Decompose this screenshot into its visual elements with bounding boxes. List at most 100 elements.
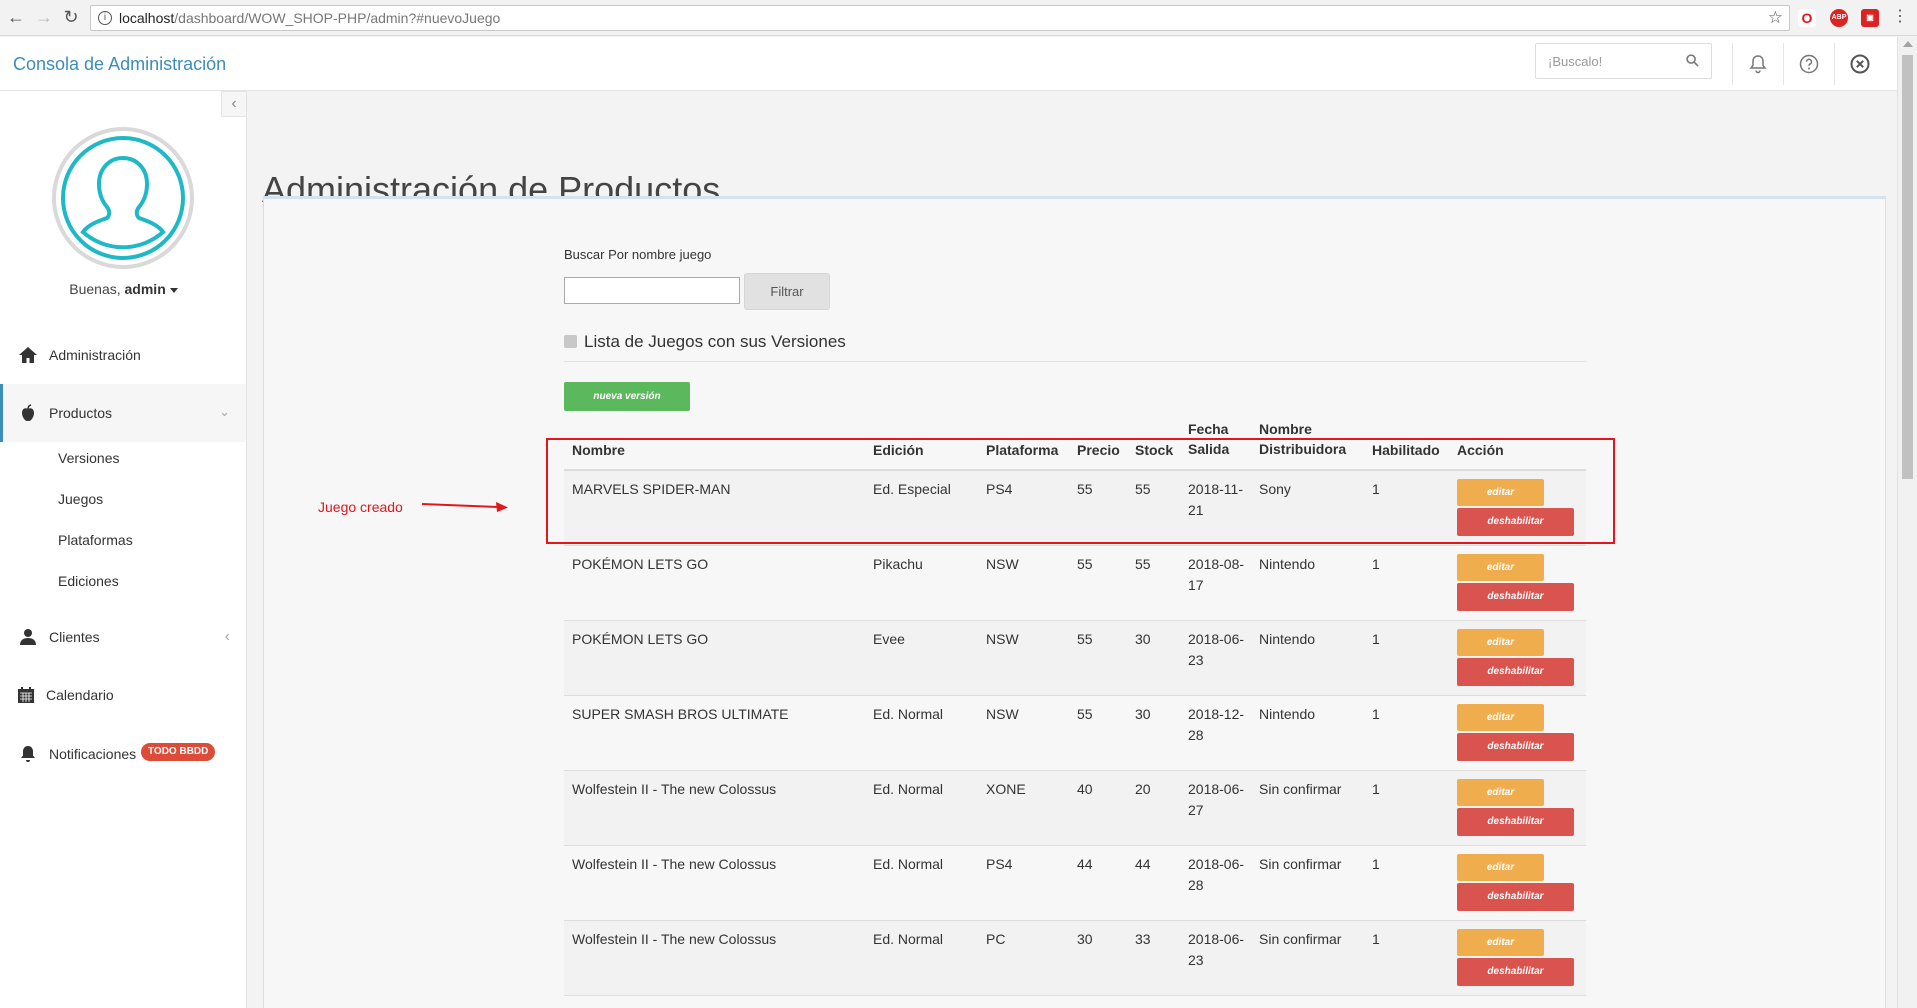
cell-stock: 30 — [1135, 706, 1151, 722]
table-row: Wolfestein II - The new Colossus Ed. Norm… — [564, 921, 1586, 996]
submenu-item-versiones[interactable]: Versiones — [58, 450, 119, 466]
cell-fecha-line2: 17 — [1188, 577, 1204, 593]
cell-precio: 55 — [1077, 631, 1093, 647]
sidebar-item-label: Calendario — [46, 687, 114, 703]
help-icon[interactable] — [1783, 43, 1834, 85]
address-bar[interactable]: i localhost/dashboard/WOW_SHOP-PHP/admin… — [90, 5, 1790, 31]
annotation-label: Juego creado — [318, 499, 403, 515]
cell-habilitado: 1 — [1372, 556, 1380, 572]
chevron-down-icon: ⌄ — [219, 404, 230, 419]
disable-button[interactable]: deshabilitar — [1457, 733, 1574, 761]
sidebar: ‹ Buenas, admin Administración Productos… — [0, 91, 247, 1008]
edit-button[interactable]: editar — [1457, 929, 1544, 956]
cell-fecha-line2: 23 — [1188, 952, 1204, 968]
cell-fecha: 2018-06- 23 — [1188, 629, 1244, 671]
cell-nombre: Wolfestein II - The new Colossus — [572, 781, 777, 797]
square-icon — [564, 335, 577, 348]
disable-button[interactable]: deshabilitar — [1457, 658, 1574, 686]
cell-fecha: 2018-08- 17 — [1188, 554, 1244, 596]
cell-distribuidora: Sin confirmar — [1259, 856, 1342, 872]
list-title: Lista de Juegos con sus Versiones — [564, 332, 846, 352]
cell-edicion: Pikachu — [873, 556, 923, 572]
sidebar-item-label: Notificaciones — [49, 746, 137, 762]
cell-stock: 20 — [1135, 781, 1151, 797]
cell-precio: 55 — [1077, 556, 1093, 572]
sidebar-item-administracion[interactable]: Administración — [0, 326, 246, 384]
cell-edicion: Evee — [873, 631, 905, 647]
page-scrollbar[interactable] — [1897, 37, 1917, 1008]
cell-fecha-line2: 28 — [1188, 877, 1204, 893]
user-greeting[interactable]: Buenas, admin — [0, 281, 247, 297]
cell-stock: 55 — [1135, 556, 1151, 572]
cell-plataforma: PS4 — [986, 856, 1013, 872]
close-session-icon[interactable] — [1834, 43, 1885, 85]
calendar-icon — [18, 687, 34, 703]
opera-extension-icon[interactable]: O — [1798, 9, 1816, 27]
cell-fecha: 2018-12- 28 — [1188, 704, 1244, 746]
cell-habilitado: 1 — [1372, 856, 1380, 872]
greeting-text: Buenas, — [69, 281, 121, 297]
avatar — [52, 127, 194, 269]
column-header-dist-line1: Nombre — [1259, 421, 1312, 437]
list-title-text: Lista de Juegos con sus Versiones — [584, 332, 846, 351]
submenu-item-juegos[interactable]: Juegos — [58, 491, 103, 507]
filter-button[interactable]: Filtrar — [744, 273, 830, 310]
disable-button[interactable]: deshabilitar — [1457, 883, 1574, 911]
edit-button[interactable]: editar — [1457, 704, 1544, 731]
cell-plataforma: PC — [986, 931, 1006, 947]
apple-icon — [22, 404, 34, 421]
cell-fecha-line1: 2018-12- — [1188, 706, 1245, 722]
edit-button[interactable]: editar — [1457, 629, 1544, 656]
browser-toolbar: ← → ↻ i localhost/dashboard/WOW_SHOP-PHP… — [0, 0, 1917, 36]
bell-icon — [21, 746, 35, 762]
scroll-thumb[interactable] — [1902, 55, 1913, 479]
submenu-item-plataformas[interactable]: Plataformas — [58, 532, 133, 548]
cell-distribuidora: Sin confirmar — [1259, 781, 1342, 797]
edit-button[interactable]: editar — [1457, 779, 1544, 806]
edit-button[interactable]: editar — [1457, 554, 1544, 581]
new-version-button[interactable]: nueva versión — [564, 382, 690, 411]
forward-arrow-icon[interactable]: → — [34, 7, 54, 27]
disable-button[interactable]: deshabilitar — [1457, 958, 1574, 986]
cell-distribuidora: Nintendo — [1259, 556, 1316, 572]
notifications-bell-icon[interactable] — [1732, 43, 1783, 85]
table-row: POKÉMON LETS GO Pikachu NSW 55 55 Nintendo 1 20… — [564, 546, 1586, 621]
cell-plataforma: XONE — [986, 781, 1026, 797]
edit-button[interactable]: editar — [1457, 854, 1544, 881]
table-row: Wolfestein II - The new Colossus Ed. Norm… — [564, 846, 1586, 921]
notification-badge: TODO BBDD — [141, 743, 216, 761]
adblock-extension-icon[interactable]: ABP — [1830, 9, 1848, 27]
disable-button[interactable]: deshabilitar — [1457, 583, 1574, 611]
submenu-item-ediciones[interactable]: Ediciones — [58, 573, 119, 589]
sidebar-item-calendario[interactable]: Calendario — [0, 666, 246, 724]
sidebar-item-productos[interactable]: Productos ⌄ — [0, 384, 246, 442]
cell-precio: 44 — [1077, 856, 1093, 872]
cell-nombre: Wolfestein II - The new Colossus — [572, 856, 777, 872]
cell-edicion: Ed. Normal — [873, 706, 944, 722]
sidebar-collapse-button[interactable]: ‹ — [221, 91, 247, 117]
cell-fecha: 2018-06- 28 — [1188, 854, 1244, 896]
bookmark-star-icon[interactable]: ☆ — [1768, 6, 1783, 30]
filter-name-input[interactable] — [564, 277, 740, 304]
divider — [564, 361, 1586, 362]
browser-menu-icon[interactable]: ⋮ — [1890, 7, 1910, 27]
sidebar-item-notificaciones[interactable]: Notificaciones TODO BBDD — [0, 725, 246, 783]
scroll-up-arrow-icon[interactable] — [1903, 41, 1913, 47]
sidebar-item-label: Administración — [49, 347, 141, 363]
filter-label: Buscar Por nombre juego — [564, 247, 712, 262]
cell-distribuidora: Nintendo — [1259, 706, 1316, 722]
cell-fecha-line2: 27 — [1188, 802, 1204, 818]
info-icon[interactable]: i — [98, 11, 112, 25]
disable-button[interactable]: deshabilitar — [1457, 808, 1574, 836]
reload-icon[interactable]: ↻ — [61, 7, 81, 27]
back-arrow-icon[interactable]: ← — [6, 7, 26, 27]
sidebar-item-clientes[interactable]: Clientes ‹ — [0, 608, 246, 666]
cell-nombre: POKÉMON LETS GO — [572, 631, 709, 647]
cell-stock: 44 — [1135, 856, 1151, 872]
top-header: Consola de Administración ¡Buscalo! — [0, 37, 1897, 91]
cell-distribuidora: Nintendo — [1259, 631, 1316, 647]
brand-title[interactable]: Consola de Administración — [13, 54, 226, 75]
search-input[interactable]: ¡Buscalo! — [1535, 43, 1712, 79]
search-icon[interactable] — [1686, 54, 1699, 67]
extension-icon[interactable]: ▣ — [1861, 9, 1879, 27]
